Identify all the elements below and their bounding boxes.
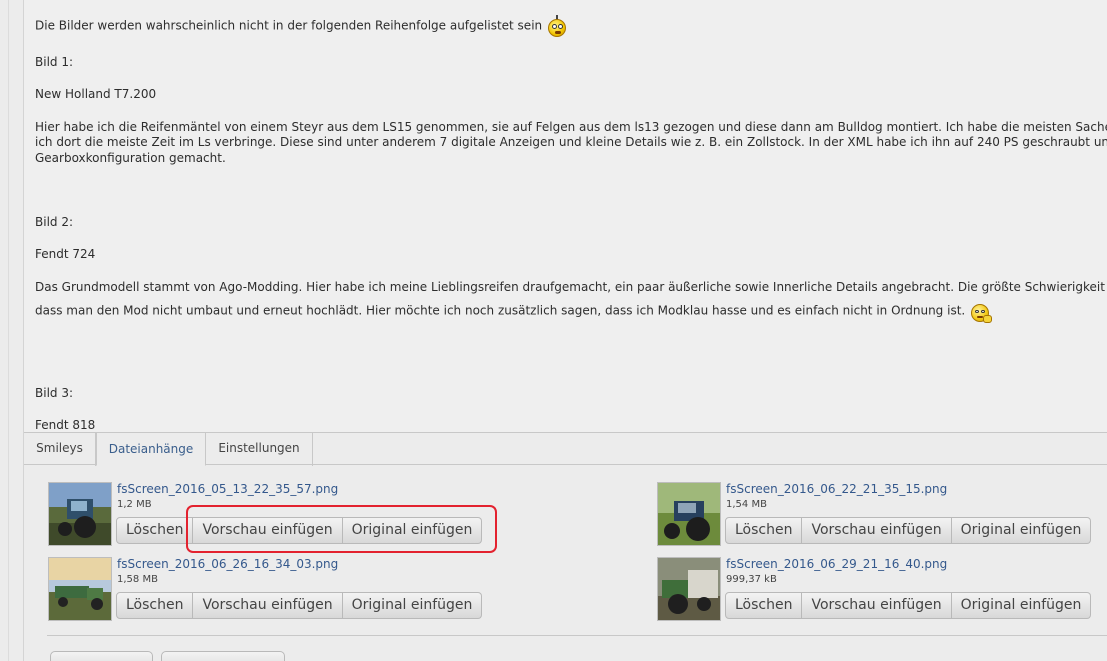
attachment-thumbnail[interactable] <box>657 557 721 621</box>
delete-button[interactable]: Löschen <box>116 592 194 619</box>
bild1-text-line3: Gearboxkonfiguration gemacht. <box>35 151 226 165</box>
attachment-actions: Löschen Vorschau einfügen Original einfü… <box>725 592 1092 619</box>
attachment-item: fsScreen_2016_06_26_16_34_03.png 1,58 MB… <box>48 557 528 627</box>
attachment-thumbnail[interactable] <box>48 482 112 546</box>
editor-tabbar: Smileys Dateianhänge Einstellungen <box>24 432 1107 466</box>
insert-preview-button[interactable]: Vorschau einfügen <box>802 592 952 619</box>
bottom-action-button[interactable] <box>50 651 153 661</box>
attachment-filename-link[interactable]: fsScreen_2016_06_26_16_34_03.png <box>117 557 338 571</box>
attachment-size: 1,58 MB <box>117 574 158 585</box>
bild1-text-line2: ich dort die meiste Zeit im Ls verbringe… <box>35 135 1107 149</box>
attachment-actions: Löschen Vorschau einfügen Original einfü… <box>725 517 1092 544</box>
attachment-size: 1,2 MB <box>117 499 152 510</box>
insert-preview-button[interactable]: Vorschau einfügen <box>193 592 343 619</box>
delete-button[interactable]: Löschen <box>725 517 803 544</box>
tab-einstellungen[interactable]: Einstellungen <box>206 432 313 466</box>
attachment-filename-link[interactable]: fsScreen_2016_06_22_21_35_15.png <box>726 482 947 496</box>
attachment-size: 999,37 kB <box>726 574 777 585</box>
bild2-name: Fendt 724 <box>35 247 96 261</box>
bild3-label: Bild 3: <box>35 386 74 400</box>
insert-preview-button[interactable]: Vorschau einfügen <box>802 517 952 544</box>
attachment-item: fsScreen_2016_06_22_21_35_15.png 1,54 MB… <box>657 482 1107 552</box>
thinking-smiley-icon <box>970 300 993 323</box>
insert-original-button[interactable]: Original einfügen <box>342 592 483 619</box>
post-editor-content[interactable]: Die Bilder werden wahrscheinlich nicht i… <box>24 0 1107 432</box>
attachment-thumbnail[interactable] <box>657 482 721 546</box>
bild2-label: Bild 2: <box>35 215 74 229</box>
section-divider <box>47 635 1107 636</box>
attachment-thumbnail[interactable] <box>48 557 112 621</box>
attachment-filename-link[interactable]: fsScreen_2016_06_29_21_16_40.png <box>726 557 947 571</box>
bottom-action-button[interactable] <box>161 651 285 661</box>
insert-original-button[interactable]: Original einfügen <box>951 592 1092 619</box>
tab-smileys[interactable]: Smileys <box>24 432 96 466</box>
delete-button[interactable]: Löschen <box>116 517 194 544</box>
attachment-size: 1,54 MB <box>726 499 767 510</box>
bild1-label: Bild 1: <box>35 55 74 69</box>
bild2-text-line1: Das Grundmodell stammt von Ago-Modding. … <box>35 280 1107 294</box>
delete-button[interactable]: Löschen <box>725 592 803 619</box>
bild1-name: New Holland T7.200 <box>35 87 157 101</box>
confused-smiley-icon <box>547 15 567 37</box>
highlight-annotation <box>186 505 497 553</box>
tab-dateianhaenge[interactable]: Dateianhänge <box>96 432 206 466</box>
attachment-item: fsScreen_2016_06_29_21_16_40.png 999,37 … <box>657 557 1107 627</box>
insert-original-button[interactable]: Original einfügen <box>951 517 1092 544</box>
bild3-name: Fendt 818 <box>35 418 96 432</box>
attachment-filename-link[interactable]: fsScreen_2016_05_13_22_35_57.png <box>117 482 338 496</box>
post-intro-line: Die Bilder werden wahrscheinlich nicht i… <box>35 15 567 37</box>
bild2-text-line2: dass man den Mod nicht umbaut und erneut… <box>35 300 993 323</box>
attachment-actions: Löschen Vorschau einfügen Original einfü… <box>116 592 483 619</box>
left-margin <box>0 0 24 661</box>
bild1-text-line1: Hier habe ich die Reifenmäntel von einem… <box>35 120 1107 134</box>
